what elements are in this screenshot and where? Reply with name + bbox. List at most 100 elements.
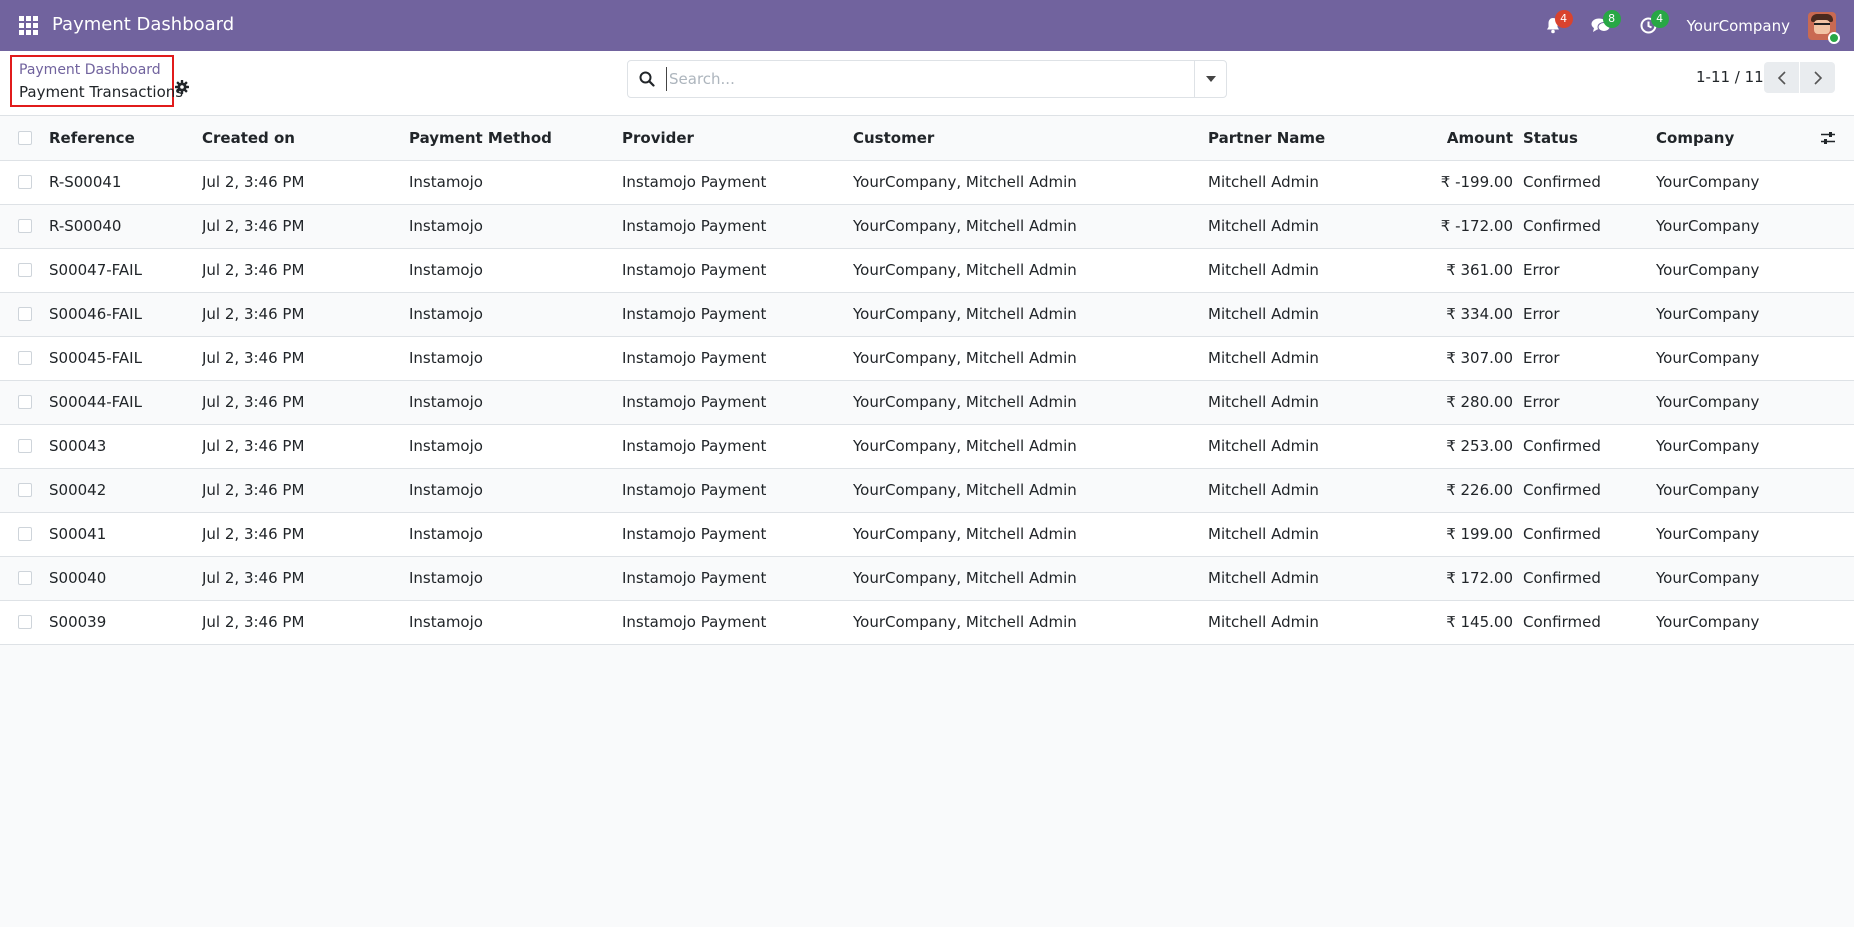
- table-row[interactable]: S00040 Jul 2, 3:46 PM Instamojo Instamoj…: [0, 556, 1854, 601]
- table-row[interactable]: S00046-FAIL Jul 2, 3:46 PM Instamojo Ins…: [0, 292, 1854, 337]
- cell-company: YourCompany: [1656, 292, 1806, 337]
- row-checkbox[interactable]: [18, 219, 32, 233]
- chevron-left-icon: [1777, 70, 1786, 85]
- table-row[interactable]: S00044-FAIL Jul 2, 3:46 PM Instamojo Ins…: [0, 380, 1854, 425]
- cell-created-on: Jul 2, 3:46 PM: [202, 600, 409, 645]
- cell-created-on: Jul 2, 3:46 PM: [202, 336, 409, 381]
- row-checkbox[interactable]: [18, 351, 32, 365]
- optional-columns-cell: [1806, 116, 1854, 161]
- table-row[interactable]: S00045-FAIL Jul 2, 3:46 PM Instamojo Ins…: [0, 336, 1854, 381]
- cell-customer: YourCompany, Mitchell Admin: [853, 160, 1208, 205]
- cell-provider: Instamojo Payment: [622, 204, 853, 249]
- cell-created-on: Jul 2, 3:46 PM: [202, 292, 409, 337]
- cell-customer: YourCompany, Mitchell Admin: [853, 424, 1208, 469]
- cell-provider: Instamojo Payment: [622, 556, 853, 601]
- table-row[interactable]: R-S00040 Jul 2, 3:46 PM Instamojo Instam…: [0, 204, 1854, 249]
- cell-partner-name: Mitchell Admin: [1208, 248, 1378, 293]
- app-title[interactable]: Payment Dashboard: [52, 14, 234, 35]
- cell-customer: YourCompany, Mitchell Admin: [853, 336, 1208, 381]
- cell-status: Confirmed: [1523, 424, 1656, 469]
- row-checkbox[interactable]: [18, 175, 32, 189]
- cell-payment-method: Instamojo: [409, 204, 622, 249]
- breadcrumb-parent-link[interactable]: Payment Dashboard: [19, 62, 161, 78]
- column-header-reference[interactable]: Reference: [49, 116, 202, 161]
- cell-customer: YourCompany, Mitchell Admin: [853, 600, 1208, 645]
- column-header-status[interactable]: Status: [1523, 116, 1656, 161]
- pager-previous-button[interactable]: [1764, 62, 1799, 93]
- messages-button[interactable]: 8: [1587, 9, 1621, 40]
- cell-created-on: Jul 2, 3:46 PM: [202, 204, 409, 249]
- cell-company: YourCompany: [1656, 248, 1806, 293]
- cell-status: Confirmed: [1523, 556, 1656, 601]
- table-row[interactable]: S00042 Jul 2, 3:46 PM Instamojo Instamoj…: [0, 468, 1854, 513]
- table-row[interactable]: R-S00041 Jul 2, 3:46 PM Instamojo Instam…: [0, 160, 1854, 205]
- cell-partner-name: Mitchell Admin: [1208, 424, 1378, 469]
- pager-value[interactable]: 1-11 / 11: [1696, 68, 1764, 86]
- cell-created-on: Jul 2, 3:46 PM: [202, 424, 409, 469]
- cell-customer: YourCompany, Mitchell Admin: [853, 248, 1208, 293]
- column-header-company[interactable]: Company: [1656, 116, 1806, 161]
- search-options-toggle[interactable]: [1194, 61, 1226, 97]
- pager-next-button[interactable]: [1800, 62, 1835, 93]
- row-checkbox[interactable]: [18, 307, 32, 321]
- row-checkbox[interactable]: [18, 483, 32, 497]
- cell-provider: Instamojo Payment: [622, 424, 853, 469]
- cell-company: YourCompany: [1656, 556, 1806, 601]
- company-switcher[interactable]: YourCompany: [1687, 17, 1790, 35]
- cell-amount: ₹ 334.00: [1378, 292, 1523, 337]
- user-avatar[interactable]: [1808, 11, 1840, 44]
- search-bar: [627, 60, 1227, 98]
- cell-reference: S00040: [49, 556, 202, 601]
- breadcrumb: Payment Dashboard Payment Transactions: [10, 55, 183, 107]
- select-all-cell: [0, 116, 49, 161]
- select-all-checkbox[interactable]: [18, 130, 32, 145]
- cell-provider: Instamojo Payment: [622, 160, 853, 205]
- transactions-table: Reference Created on Payment Method Prov…: [0, 116, 1854, 645]
- cell-created-on: Jul 2, 3:46 PM: [202, 248, 409, 293]
- column-header-payment-method[interactable]: Payment Method: [409, 116, 622, 161]
- table-row[interactable]: S00047-FAIL Jul 2, 3:46 PM Instamojo Ins…: [0, 248, 1854, 293]
- cell-customer: YourCompany, Mitchell Admin: [853, 468, 1208, 513]
- cell-payment-method: Instamojo: [409, 380, 622, 425]
- row-checkbox[interactable]: [18, 439, 32, 453]
- cell-provider: Instamojo Payment: [622, 512, 853, 557]
- cell-amount: ₹ -199.00: [1378, 160, 1523, 205]
- table-row[interactable]: S00041 Jul 2, 3:46 PM Instamojo Instamoj…: [0, 512, 1854, 557]
- column-header-created-on[interactable]: Created on: [202, 116, 409, 161]
- row-checkbox[interactable]: [18, 571, 32, 585]
- column-header-customer[interactable]: Customer: [853, 116, 1208, 161]
- search-input[interactable]: [666, 67, 1166, 91]
- notifications-button[interactable]: 4: [1539, 9, 1573, 40]
- cell-reference: S00044-FAIL: [49, 380, 202, 425]
- cell-provider: Instamojo Payment: [622, 468, 853, 513]
- row-checkbox[interactable]: [18, 263, 32, 277]
- table-row[interactable]: S00043 Jul 2, 3:46 PM Instamojo Instamoj…: [0, 424, 1854, 469]
- gear-icon[interactable]: [175, 80, 189, 94]
- cell-amount: ₹ 307.00: [1378, 336, 1523, 381]
- cell-payment-method: Instamojo: [409, 160, 622, 205]
- cell-partner-name: Mitchell Admin: [1208, 512, 1378, 557]
- row-checkbox[interactable]: [18, 395, 32, 409]
- cell-status: Error: [1523, 380, 1656, 425]
- cell-provider: Instamojo Payment: [622, 336, 853, 381]
- column-header-amount[interactable]: Amount: [1378, 116, 1523, 161]
- sliders-icon[interactable]: [1820, 131, 1836, 145]
- column-header-provider[interactable]: Provider: [622, 116, 853, 161]
- apps-menu-icon[interactable]: [19, 16, 38, 35]
- cell-status: Error: [1523, 248, 1656, 293]
- cell-payment-method: Instamojo: [409, 556, 622, 601]
- table-row[interactable]: S00039 Jul 2, 3:46 PM Instamojo Instamoj…: [0, 600, 1854, 645]
- column-header-partner-name[interactable]: Partner Name: [1208, 116, 1378, 161]
- row-checkbox[interactable]: [18, 527, 32, 541]
- cell-payment-method: Instamojo: [409, 600, 622, 645]
- cell-company: YourCompany: [1656, 380, 1806, 425]
- cell-reference: R-S00040: [49, 204, 202, 249]
- activities-button[interactable]: 4: [1635, 9, 1669, 40]
- cell-created-on: Jul 2, 3:46 PM: [202, 468, 409, 513]
- cell-status: Confirmed: [1523, 204, 1656, 249]
- cell-company: YourCompany: [1656, 160, 1806, 205]
- row-checkbox[interactable]: [18, 615, 32, 629]
- cell-customer: YourCompany, Mitchell Admin: [853, 380, 1208, 425]
- cell-reference: S00041: [49, 512, 202, 557]
- cell-customer: YourCompany, Mitchell Admin: [853, 512, 1208, 557]
